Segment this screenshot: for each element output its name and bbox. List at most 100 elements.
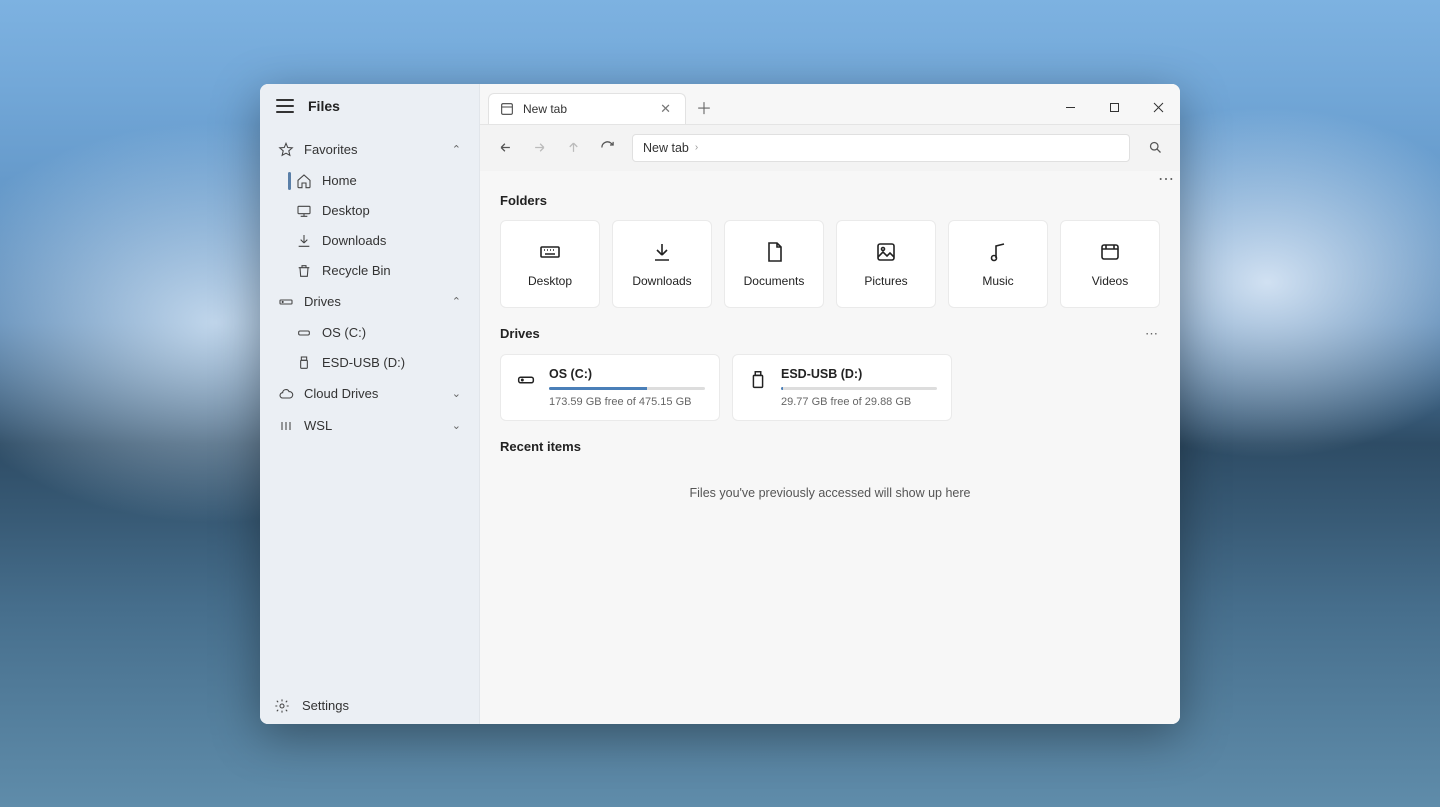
- drive-name: OS (C:): [549, 367, 705, 381]
- title-bar: New tab ✕ ＋: [480, 84, 1180, 124]
- folder-label: Videos: [1092, 274, 1128, 288]
- nav-label: Downloads: [322, 233, 386, 248]
- recent-section-title: Recent items: [500, 439, 1160, 454]
- new-tab-button[interactable]: ＋: [690, 93, 718, 121]
- video-icon: [1098, 240, 1122, 264]
- section-label: Favorites: [304, 142, 357, 157]
- section-label: Cloud Drives: [304, 386, 378, 401]
- maximize-button[interactable]: [1092, 92, 1136, 124]
- drive-usage-bar: [549, 387, 705, 390]
- folder-label: Pictures: [864, 274, 907, 288]
- tab-new-tab[interactable]: New tab ✕: [488, 93, 686, 124]
- chevron-up-icon: ⌃: [452, 143, 461, 156]
- chevron-up-icon: ⌃: [452, 295, 461, 308]
- sidebar-item-recycle-bin[interactable]: Recycle Bin: [268, 256, 471, 286]
- drive-esd-usb-d[interactable]: ESD-USB (D:) 29.77 GB free of 29.88 GB: [732, 354, 952, 421]
- recent-empty-message: Files you've previously accessed will sh…: [500, 466, 1160, 520]
- section-label: WSL: [304, 418, 332, 433]
- minimize-button[interactable]: [1048, 92, 1092, 124]
- folder-label: Desktop: [528, 274, 572, 288]
- app-window: Files Favorites ⌃ Home Desktop Downloads: [260, 84, 1180, 724]
- sidebar-item-os-c[interactable]: OS (C:): [268, 318, 471, 348]
- search-button[interactable]: [1140, 133, 1170, 163]
- hdd-icon: [515, 369, 537, 391]
- drives-section-title: Drives ⋯: [500, 326, 1160, 342]
- breadcrumb-current: New tab: [643, 141, 689, 155]
- drive-name: ESD-USB (D:): [781, 367, 937, 381]
- document-icon: [762, 240, 786, 264]
- sidebar-section-drives[interactable]: Drives ⌃: [268, 286, 471, 318]
- section-label: Drives: [304, 294, 341, 309]
- folder-label: Documents: [744, 274, 805, 288]
- sidebar: Files Favorites ⌃ Home Desktop Downloads: [260, 84, 480, 724]
- drive-free-text: 173.59 GB free of 475.15 GB: [549, 396, 705, 408]
- home-icon: [296, 173, 312, 189]
- chevron-down-icon: ⌄: [452, 387, 461, 400]
- star-icon: [278, 142, 294, 158]
- sidebar-item-esd-usb[interactable]: ESD-USB (D:): [268, 348, 471, 378]
- nav-label: OS (C:): [322, 325, 366, 340]
- wsl-icon: [278, 418, 294, 434]
- back-button[interactable]: [490, 133, 520, 163]
- toolbar: New tab ›: [480, 124, 1180, 171]
- gear-icon: [274, 698, 290, 714]
- drive-os-c[interactable]: OS (C:) 173.59 GB free of 475.15 GB: [500, 354, 720, 421]
- sidebar-nav: Favorites ⌃ Home Desktop Downloads Recyc…: [260, 128, 479, 688]
- folder-desktop[interactable]: Desktop: [500, 220, 600, 308]
- hamburger-menu-icon[interactable]: [276, 99, 294, 113]
- sidebar-section-favorites[interactable]: Favorites ⌃: [268, 134, 471, 166]
- chevron-right-icon: ›: [695, 142, 698, 153]
- folder-label: Downloads: [632, 274, 691, 288]
- nav-label: Home: [322, 173, 357, 188]
- toolbar-more-icon[interactable]: ⋯: [1158, 171, 1176, 189]
- tab-page-icon: [499, 101, 515, 117]
- main-panel: New tab ✕ ＋ New tab › ⋯ Folde: [480, 84, 1180, 724]
- drive-usage-bar: [781, 387, 937, 390]
- sidebar-item-downloads[interactable]: Downloads: [268, 226, 471, 256]
- sidebar-settings[interactable]: Settings: [260, 688, 479, 724]
- refresh-button[interactable]: [592, 133, 622, 163]
- folder-label: Music: [982, 274, 1013, 288]
- download-icon: [650, 240, 674, 264]
- drive-icon: [278, 294, 294, 310]
- folder-documents[interactable]: Documents: [724, 220, 824, 308]
- usb-icon: [747, 369, 769, 391]
- settings-label: Settings: [302, 698, 349, 713]
- folders-section-title: Folders: [500, 193, 1160, 208]
- nav-label: ESD-USB (D:): [322, 355, 405, 370]
- sidebar-section-cloud-drives[interactable]: Cloud Drives ⌄: [268, 378, 471, 410]
- drive-grid: OS (C:) 173.59 GB free of 475.15 GB ESD-…: [500, 354, 1160, 421]
- folder-grid: Desktop Downloads Documents Pictures Mus…: [500, 220, 1160, 308]
- close-button[interactable]: [1136, 92, 1180, 124]
- up-button[interactable]: [558, 133, 588, 163]
- nav-label: Desktop: [322, 203, 370, 218]
- app-title: Files: [308, 98, 340, 114]
- tab-close-icon[interactable]: ✕: [656, 101, 675, 117]
- sidebar-section-wsl[interactable]: WSL ⌄: [268, 410, 471, 442]
- cloud-icon: [278, 386, 294, 402]
- drives-more-icon[interactable]: ⋯: [1145, 326, 1160, 342]
- usb-icon: [296, 355, 312, 371]
- tab-label: New tab: [523, 102, 567, 116]
- sidebar-item-home[interactable]: Home: [268, 166, 471, 196]
- chevron-down-icon: ⌄: [452, 419, 461, 432]
- folder-downloads[interactable]: Downloads: [612, 220, 712, 308]
- window-controls: [1048, 92, 1180, 124]
- image-icon: [874, 240, 898, 264]
- download-icon: [296, 233, 312, 249]
- hdd-icon: [296, 325, 312, 341]
- keyboard-icon: [538, 240, 562, 264]
- breadcrumb[interactable]: New tab ›: [632, 134, 1130, 162]
- nav-label: Recycle Bin: [322, 263, 391, 278]
- content-area: ⋯ Folders Desktop Downloads Documents: [480, 171, 1180, 724]
- drive-free-text: 29.77 GB free of 29.88 GB: [781, 396, 937, 408]
- forward-button[interactable]: [524, 133, 554, 163]
- music-icon: [986, 240, 1010, 264]
- trash-icon: [296, 263, 312, 279]
- sidebar-item-desktop[interactable]: Desktop: [268, 196, 471, 226]
- sidebar-header: Files: [260, 84, 479, 128]
- folder-music[interactable]: Music: [948, 220, 1048, 308]
- folder-pictures[interactable]: Pictures: [836, 220, 936, 308]
- folder-videos[interactable]: Videos: [1060, 220, 1160, 308]
- desktop-icon: [296, 203, 312, 219]
